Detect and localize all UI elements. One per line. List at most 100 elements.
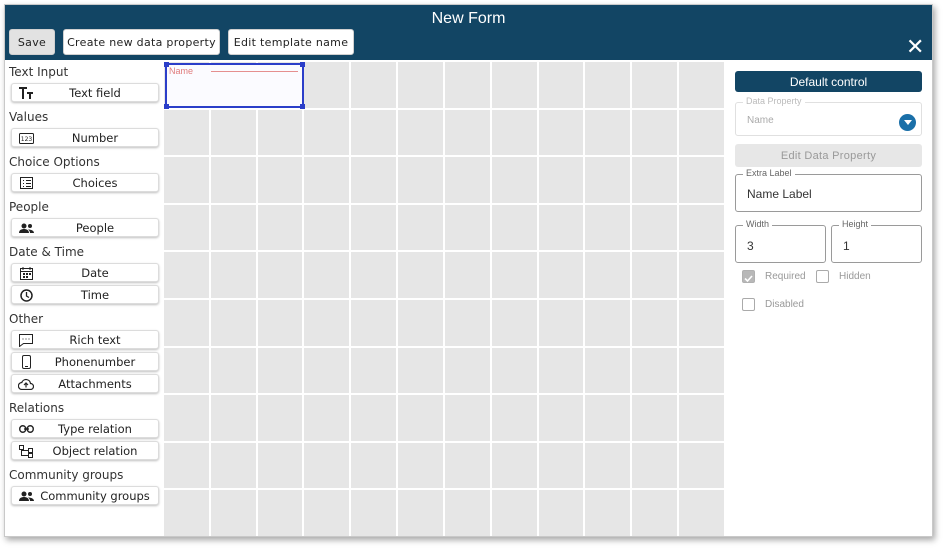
grid-cell[interactable] xyxy=(538,204,584,251)
palette-item-attachments[interactable]: Attachments xyxy=(11,374,159,393)
grid-cell[interactable] xyxy=(351,157,397,203)
grid-cell[interactable] xyxy=(585,62,631,108)
grid-cell[interactable] xyxy=(304,204,350,251)
grid-cell[interactable] xyxy=(351,109,397,156)
grid-cell[interactable] xyxy=(351,62,397,108)
grid-cell[interactable] xyxy=(538,490,584,536)
grid-cell[interactable] xyxy=(444,347,490,394)
grid-cell[interactable] xyxy=(538,157,584,203)
grid-cell[interactable] xyxy=(210,442,256,489)
grid-cell[interactable] xyxy=(398,62,443,108)
grid-cell[interactable] xyxy=(164,490,209,536)
grid-cell[interactable] xyxy=(351,442,397,489)
grid-cell[interactable] xyxy=(257,442,303,489)
save-button[interactable]: Save xyxy=(9,29,55,55)
palette-item-number[interactable]: 123 Number xyxy=(11,128,159,147)
grid-cell[interactable] xyxy=(679,62,724,108)
palette-item-object-relation[interactable]: Object relation xyxy=(11,441,159,460)
grid-cell[interactable] xyxy=(444,442,490,489)
placed-control-name[interactable]: Name xyxy=(164,62,305,109)
grid-cell[interactable] xyxy=(351,490,397,536)
grid-cell[interactable] xyxy=(538,442,584,489)
grid-cell[interactable] xyxy=(538,109,584,156)
grid-cell[interactable] xyxy=(257,157,303,203)
grid-cell[interactable] xyxy=(351,252,397,298)
grid-cell[interactable] xyxy=(585,109,631,156)
required-checkbox[interactable] xyxy=(742,270,755,283)
grid-cell[interactable] xyxy=(304,490,350,536)
grid-cell[interactable] xyxy=(304,347,350,394)
grid-cell[interactable] xyxy=(491,395,537,441)
grid-cell[interactable] xyxy=(444,490,490,536)
grid-cell[interactable] xyxy=(164,299,209,346)
grid-cell[interactable] xyxy=(632,109,678,156)
resize-handle[interactable] xyxy=(300,104,305,109)
grid-cell[interactable] xyxy=(491,62,537,108)
grid-cell[interactable] xyxy=(585,490,631,536)
grid-cell[interactable] xyxy=(164,157,209,203)
grid-cell[interactable] xyxy=(679,299,724,346)
grid-cell[interactable] xyxy=(632,347,678,394)
palette-item-phonenumber[interactable]: Phonenumber xyxy=(11,352,159,371)
chevron-down-icon[interactable] xyxy=(899,114,916,131)
grid-cell[interactable] xyxy=(444,204,490,251)
grid-cell[interactable] xyxy=(538,347,584,394)
grid-cell[interactable] xyxy=(491,490,537,536)
grid-cell[interactable] xyxy=(491,157,537,203)
grid-cell[interactable] xyxy=(164,395,209,441)
grid-cell[interactable] xyxy=(444,62,490,108)
palette-item-time[interactable]: Time xyxy=(11,285,159,304)
grid-cell[interactable] xyxy=(210,395,256,441)
grid-cell[interactable] xyxy=(632,252,678,298)
grid-cell[interactable] xyxy=(257,490,303,536)
grid-cell[interactable] xyxy=(210,157,256,203)
grid-cell[interactable] xyxy=(304,442,350,489)
grid-cell[interactable] xyxy=(538,299,584,346)
grid-cell[interactable] xyxy=(304,109,350,156)
grid-cell[interactable] xyxy=(444,299,490,346)
grid-cell[interactable] xyxy=(585,347,631,394)
grid-cell[interactable] xyxy=(210,204,256,251)
grid-cell[interactable] xyxy=(304,299,350,346)
grid-cell[interactable] xyxy=(679,347,724,394)
grid-cell[interactable] xyxy=(164,252,209,298)
grid-cell[interactable] xyxy=(164,347,209,394)
grid-cell[interactable] xyxy=(351,204,397,251)
hidden-checkbox[interactable] xyxy=(816,270,829,283)
default-control-button[interactable]: Default control xyxy=(735,71,922,92)
grid-cell[interactable] xyxy=(444,109,490,156)
grid-cell[interactable] xyxy=(398,299,443,346)
height-field[interactable]: Height 1 xyxy=(831,219,922,263)
grid-cell[interactable] xyxy=(351,347,397,394)
grid-cell[interactable] xyxy=(491,442,537,489)
palette-item-rich-text[interactable]: Rich text xyxy=(11,330,159,349)
grid-cell[interactable] xyxy=(398,157,443,203)
grid-cell[interactable] xyxy=(585,204,631,251)
form-grid-canvas[interactable] xyxy=(164,62,724,536)
grid-cell[interactable] xyxy=(304,395,350,441)
grid-cell[interactable] xyxy=(304,62,350,108)
grid-cell[interactable] xyxy=(398,442,443,489)
grid-cell[interactable] xyxy=(491,252,537,298)
grid-cell[interactable] xyxy=(210,109,256,156)
grid-cell[interactable] xyxy=(585,157,631,203)
grid-cell[interactable] xyxy=(679,490,724,536)
grid-cell[interactable] xyxy=(679,204,724,251)
palette-item-choices[interactable]: Choices xyxy=(11,173,159,192)
extra-label-field[interactable]: Extra Label Name Label xyxy=(735,168,922,212)
resize-handle[interactable] xyxy=(164,62,169,67)
grid-cell[interactable] xyxy=(491,109,537,156)
grid-cell[interactable] xyxy=(632,157,678,203)
grid-cell[interactable] xyxy=(398,347,443,394)
grid-cell[interactable] xyxy=(632,395,678,441)
create-data-property-button[interactable]: Create new data property xyxy=(63,29,220,55)
grid-cell[interactable] xyxy=(679,252,724,298)
grid-cell[interactable] xyxy=(210,252,256,298)
grid-cell[interactable] xyxy=(585,395,631,441)
grid-cell[interactable] xyxy=(444,395,490,441)
grid-cell[interactable] xyxy=(210,347,256,394)
grid-cell[interactable] xyxy=(257,204,303,251)
grid-cell[interactable] xyxy=(398,490,443,536)
grid-cell[interactable] xyxy=(538,252,584,298)
grid-cell[interactable] xyxy=(585,442,631,489)
